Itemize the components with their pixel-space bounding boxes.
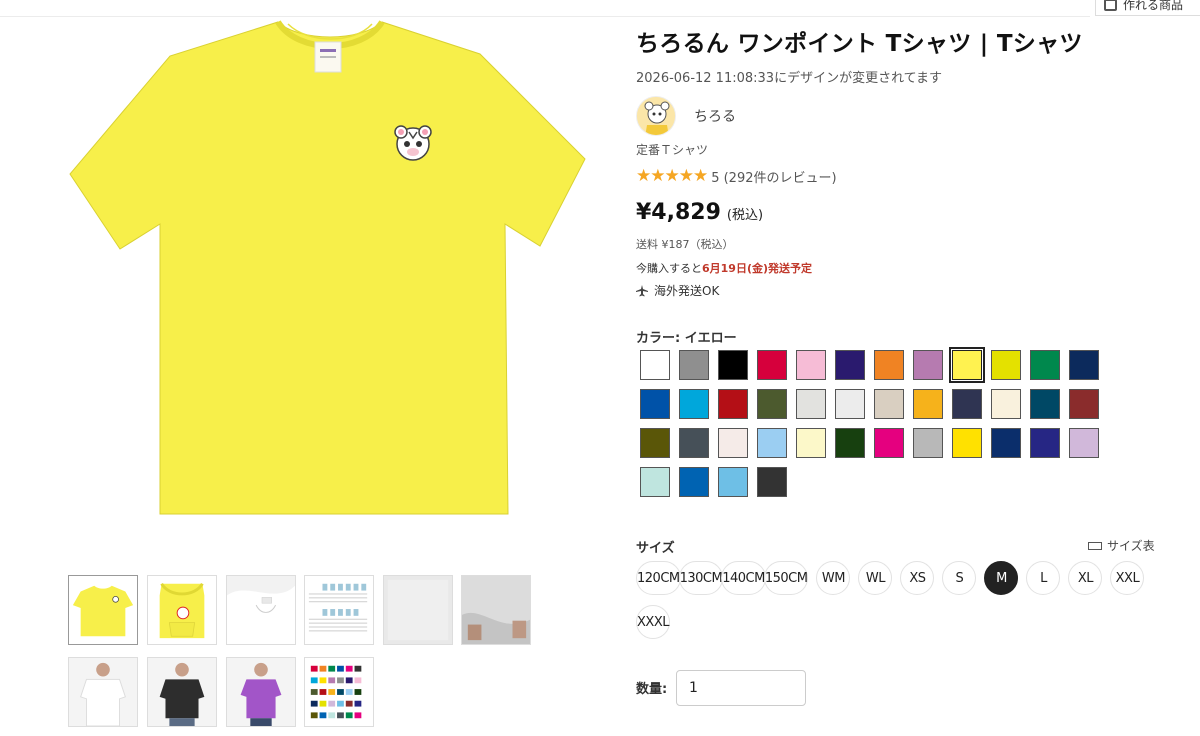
color-swatch[interactable]: [835, 389, 865, 419]
price-amount: ¥4,829: [636, 200, 721, 225]
creator-name[interactable]: ちろる: [694, 106, 736, 126]
ruler-icon: [1088, 541, 1102, 550]
color-swatch[interactable]: [949, 347, 985, 383]
color-swatch[interactable]: [1030, 428, 1060, 458]
thumbnail-size-chart[interactable]: [304, 575, 374, 645]
design-updated-notice: 2026-06-12 11:08:33にデザインが変更されてます: [636, 71, 943, 86]
size-option[interactable]: XXL: [1110, 561, 1145, 595]
favorites-link[interactable]: 作れる商品: [1095, 0, 1200, 16]
color-swatch[interactable]: [718, 389, 748, 419]
thumbnail-model-white[interactable]: [68, 657, 138, 727]
rating[interactable]: ★★★★★ 5 (292件のレビュー): [636, 166, 837, 186]
color-swatch[interactable]: [1069, 428, 1099, 458]
shipping-fee: 送料 ¥187（税込）: [636, 238, 734, 251]
color-swatch[interactable]: [718, 350, 748, 380]
color-swatch[interactable]: [874, 428, 904, 458]
product-main-image[interactable]: [60, 14, 600, 554]
color-swatch[interactable]: [640, 350, 670, 380]
quantity-label: 数量:: [636, 682, 668, 697]
color-swatch[interactable]: [679, 389, 709, 419]
product-category[interactable]: 定番Ｔシャツ: [636, 141, 708, 158]
color-swatch-grid: [640, 347, 1120, 497]
thumbnail-folded[interactable]: [147, 575, 217, 645]
color-swatch[interactable]: [991, 428, 1021, 458]
overseas-shipping: 海外発送OK: [636, 282, 719, 299]
bookmark-icon: [1104, 0, 1117, 11]
color-swatch[interactable]: [757, 467, 787, 497]
size-options: 120CM 130CM 140CM 150CM WM WL XS S M L XL XXL XXXL: [636, 561, 1156, 639]
size-option[interactable]: M: [984, 561, 1019, 595]
price-tax-note: (税込): [726, 208, 764, 223]
size-option[interactable]: L: [1026, 561, 1061, 595]
size-chart-link[interactable]: サイズ表: [1088, 537, 1155, 554]
ship-date-value: 6月19日(金)発送予定: [702, 262, 813, 275]
size-option[interactable]: XS: [900, 561, 935, 595]
creator[interactable]: ちろる: [636, 96, 736, 136]
size-option[interactable]: 150CM: [763, 561, 809, 595]
color-swatch[interactable]: [874, 389, 904, 419]
color-swatch[interactable]: [1030, 389, 1060, 419]
size-option[interactable]: 130CM: [678, 561, 724, 595]
rating-text[interactable]: 5 (292件のレビュー): [711, 167, 836, 186]
color-swatch[interactable]: [874, 350, 904, 380]
size-option[interactable]: XL: [1068, 561, 1103, 595]
color-swatch[interactable]: [913, 389, 943, 419]
color-swatch[interactable]: [679, 350, 709, 380]
color-swatch[interactable]: [640, 389, 670, 419]
thumbnail-fabric[interactable]: [383, 575, 453, 645]
thumbnail-detail[interactable]: [226, 575, 296, 645]
ship-date-prefix: 今購入すると: [636, 262, 702, 275]
color-swatch[interactable]: [991, 389, 1021, 419]
color-swatch[interactable]: [952, 428, 982, 458]
price: ¥4,829 (税込): [636, 200, 763, 225]
size-option[interactable]: WL: [858, 561, 893, 595]
product-title: ちろるん ワンポイント Tシャツ | Tシャツ: [636, 31, 1083, 57]
color-swatch[interactable]: [679, 467, 709, 497]
size-option[interactable]: WM: [816, 561, 851, 595]
color-swatch[interactable]: [640, 467, 670, 497]
color-label: カラー: イエロー: [636, 331, 737, 346]
color-swatch[interactable]: [913, 428, 943, 458]
quantity-input[interactable]: [676, 670, 806, 706]
size-option[interactable]: 140CM: [721, 561, 766, 595]
thumbnail-model-purple[interactable]: [226, 657, 296, 727]
color-swatch[interactable]: [757, 350, 787, 380]
thumbnail-front[interactable]: [68, 575, 138, 645]
star-rating-icon: ★★★★★: [636, 166, 708, 186]
airplane-icon: [636, 284, 648, 296]
ship-date: 今購入すると6月19日(金)発送予定: [636, 260, 812, 276]
color-swatch[interactable]: [796, 428, 826, 458]
color-swatch[interactable]: [1069, 350, 1099, 380]
size-chart-label: サイズ表: [1107, 539, 1155, 553]
color-swatch[interactable]: [757, 428, 787, 458]
color-swatch[interactable]: [952, 389, 982, 419]
creator-avatar[interactable]: [636, 96, 676, 136]
color-swatch[interactable]: [640, 428, 670, 458]
favorites-label: 作れる商品: [1123, 0, 1184, 12]
color-swatch[interactable]: [757, 389, 787, 419]
color-swatch[interactable]: [679, 428, 709, 458]
size-option[interactable]: XXXL: [636, 605, 670, 639]
thumbnail-color-variations[interactable]: [304, 657, 374, 727]
size-option[interactable]: S: [942, 561, 977, 595]
color-swatch[interactable]: [835, 350, 865, 380]
thumbnail-texture[interactable]: [461, 575, 531, 645]
color-swatch[interactable]: [796, 389, 826, 419]
color-swatch[interactable]: [1030, 350, 1060, 380]
color-swatch[interactable]: [718, 467, 748, 497]
size-option[interactable]: 120CM: [636, 561, 681, 595]
thumbnail-model-black[interactable]: [147, 657, 217, 727]
color-swatch[interactable]: [796, 350, 826, 380]
color-swatch[interactable]: [913, 350, 943, 380]
color-swatch[interactable]: [991, 350, 1021, 380]
color-swatch[interactable]: [1069, 389, 1099, 419]
color-swatch[interactable]: [718, 428, 748, 458]
color-swatch[interactable]: [835, 428, 865, 458]
size-label: サイズ: [636, 541, 675, 556]
overseas-label: 海外発送OK: [654, 284, 720, 298]
